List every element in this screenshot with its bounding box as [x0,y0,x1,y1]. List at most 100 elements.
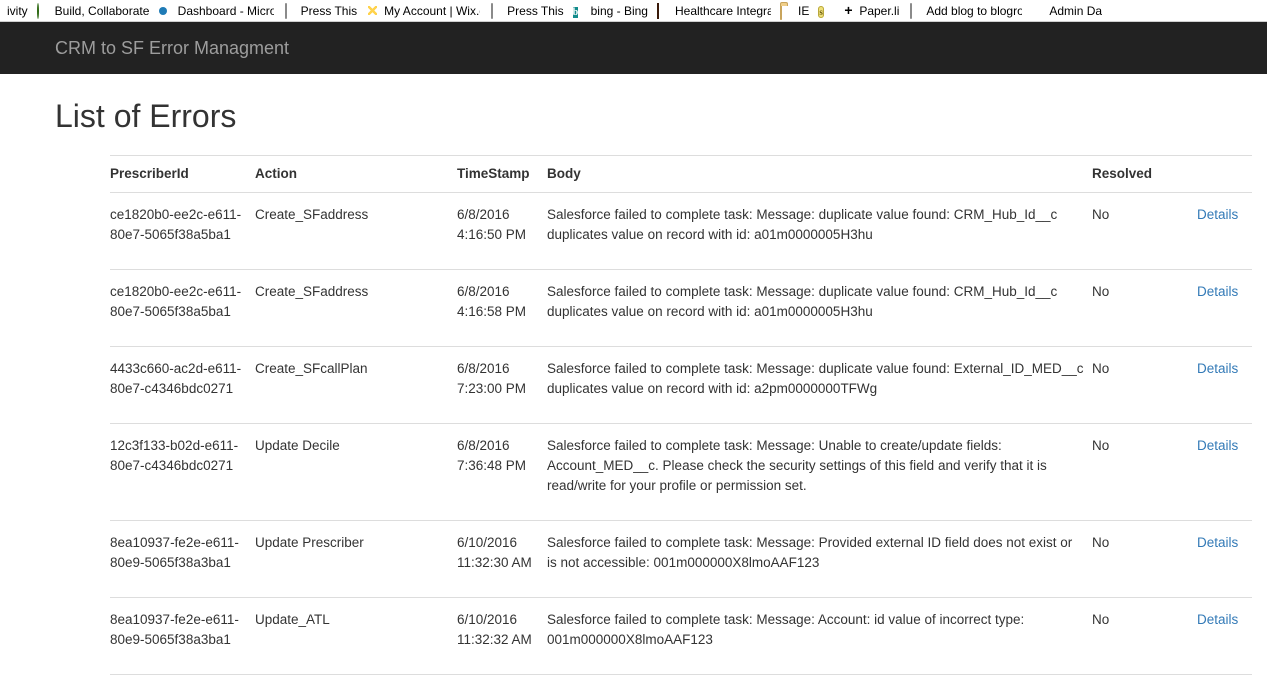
bookmark-item[interactable]: ivity [0,0,34,22]
cell-action: Update Prescriber [255,521,457,598]
cell-actions: Details [1197,270,1252,347]
cell-body: Salesforce failed to complete task: Mess… [547,347,1092,424]
cell-resolved: No [1092,347,1197,424]
document-icon [489,4,503,18]
column-header-resolved[interactable]: Resolved [1092,156,1197,193]
column-header-timestamp[interactable]: TimeStamp [457,156,547,193]
cell-timestamp: 6/8/2016 4:16:50 PM [457,193,547,270]
cell-prescriberid: ce1820b0-ee2c-e611-80e7-5065f38a5ba1 [110,270,255,347]
cell-resolved: No [1092,424,1197,521]
bookmark-label: Paper.li [859,0,899,22]
document-icon [283,4,297,18]
details-link[interactable]: Details [1197,284,1238,299]
page-title: List of Errors [0,74,1267,136]
cell-actions: Details [1197,347,1252,424]
green-circle-icon [37,4,51,18]
bookmark-item[interactable]: Build, Collaborate & I [34,0,157,22]
cell-actions: Details [1197,424,1252,521]
bookmark-item[interactable]: b bing - Bing [570,0,654,22]
bookmark-label: IE [798,0,809,22]
bookmark-item[interactable]: My Account | Wix.com [363,0,486,22]
errors-table: PrescriberId Action TimeStamp Body Resol… [110,155,1252,675]
bookmark-item[interactable]: Admin Da [1028,0,1108,22]
cell-body: Salesforce failed to complete task: Mess… [547,424,1092,521]
bookmark-label: Press This [507,0,563,22]
cell-prescriberid: 12c3f133-b02d-e611-80e7-c4346bdc0271 [110,424,255,521]
sticky-note-icon: s [818,4,832,18]
cell-body: Salesforce failed to complete task: Mess… [547,193,1092,270]
cell-timestamp: 6/8/2016 7:36:48 PM [457,424,547,521]
details-link[interactable]: Details [1197,535,1238,550]
table-row: ce1820b0-ee2c-e611-80e7-5065f38a5ba1Crea… [110,193,1252,270]
details-link[interactable]: Details [1197,612,1238,627]
bookmark-item[interactable]: + Paper.li [838,0,905,22]
cell-prescriberid: 8ea10937-fe2e-e611-80e9-5065f38a3ba1 [110,598,255,675]
bookmark-label: Add blog to blogroll [926,0,1022,22]
table-row: ce1820b0-ee2c-e611-80e7-5065f38a5ba1Crea… [110,270,1252,347]
plus-icon: + [841,4,855,18]
office-icon [1031,4,1045,18]
cell-action: Create_SFaddress [255,193,457,270]
cell-body: Salesforce failed to complete task: Mess… [547,270,1092,347]
cell-timestamp: 6/8/2016 7:23:00 PM [457,347,547,424]
folder-icon [780,4,794,18]
table-row: 12c3f133-b02d-e611-80e7-c4346bdc0271Upda… [110,424,1252,521]
browser-bookmarks-bar: ivity Build, Collaborate & I Dashboard - M… [0,0,1267,22]
cell-action: Update Decile [255,424,457,521]
table-header-row: PrescriberId Action TimeStamp Body Resol… [110,156,1252,193]
table-row: 8ea10937-fe2e-e611-80e9-5065f38a3ba1Upda… [110,598,1252,675]
document-icon [908,4,922,18]
cell-timestamp: 6/10/2016 11:32:30 AM [457,521,547,598]
errors-table-head: PrescriberId Action TimeStamp Body Resol… [110,156,1252,193]
bookmark-item[interactable]: IE [777,0,815,22]
bookmark-item[interactable]: Press This [280,0,363,22]
cell-body: Salesforce failed to complete task: Mess… [547,521,1092,598]
wix-icon [366,4,380,18]
bookmark-item[interactable]: Dashboard - Microsof [157,0,280,22]
bing-icon: b [573,4,587,18]
bookmark-item[interactable]: Add blog to blogroll [905,0,1028,22]
column-header-actions [1197,156,1252,193]
column-header-body[interactable]: Body [547,156,1092,193]
errors-table-wrapper: PrescriberId Action TimeStamp Body Resol… [55,155,1197,675]
main-content: List of Errors PrescriberId Action TimeS… [0,74,1267,675]
cell-resolved: No [1092,270,1197,347]
details-link[interactable]: Details [1197,207,1238,222]
bookmark-label: Build, Collaborate & I [55,0,151,22]
column-header-action[interactable]: Action [255,156,457,193]
bookmark-item[interactable]: Press This [486,0,569,22]
bookmark-item[interactable]: Healthcare Integration [654,0,777,22]
cell-timestamp: 6/10/2016 11:32:32 AM [457,598,547,675]
errors-table-body: ce1820b0-ee2c-e611-80e7-5065f38a5ba1Crea… [110,193,1252,675]
cell-prescriberid: 4433c660-ac2d-e611-80e7-c4346bdc0271 [110,347,255,424]
cell-timestamp: 6/8/2016 4:16:58 PM [457,270,547,347]
bookmark-label: ivity [7,0,28,22]
bookmark-item[interactable]: s [815,0,838,22]
table-row: 8ea10937-fe2e-e611-80e9-5065f38a3ba1Upda… [110,521,1252,598]
details-link[interactable]: Details [1197,361,1238,376]
app-brand-link[interactable]: CRM to SF Error Managment [55,38,289,58]
cell-resolved: No [1092,521,1197,598]
app-navbar: CRM to SF Error Managment [0,22,1267,74]
cell-resolved: No [1092,598,1197,675]
cell-resolved: No [1092,193,1197,270]
cell-actions: Details [1197,521,1252,598]
cell-prescriberid: ce1820b0-ee2c-e611-80e7-5065f38a5ba1 [110,193,255,270]
column-header-prescriberid[interactable]: PrescriberId [110,156,255,193]
cell-actions: Details [1197,598,1252,675]
bookmark-label: My Account | Wix.com [384,0,480,22]
cloud-icon [160,4,174,18]
bookmark-label: Admin Da [1049,0,1102,22]
table-row: 4433c660-ac2d-e611-80e7-c4346bdc0271Crea… [110,347,1252,424]
bookmark-label: Press This [301,0,357,22]
cell-body: Salesforce failed to complete task: Mess… [547,598,1092,675]
bookmark-label: Healthcare Integration [675,0,771,22]
cell-action: Update_ATL [255,598,457,675]
cell-action: Create_SFaddress [255,270,457,347]
bookmark-label: Dashboard - Microsof [178,0,274,22]
bookmark-label: bing - Bing [591,0,648,22]
cell-actions: Details [1197,193,1252,270]
photo-icon [657,4,671,18]
cell-action: Create_SFcallPlan [255,347,457,424]
details-link[interactable]: Details [1197,438,1238,453]
